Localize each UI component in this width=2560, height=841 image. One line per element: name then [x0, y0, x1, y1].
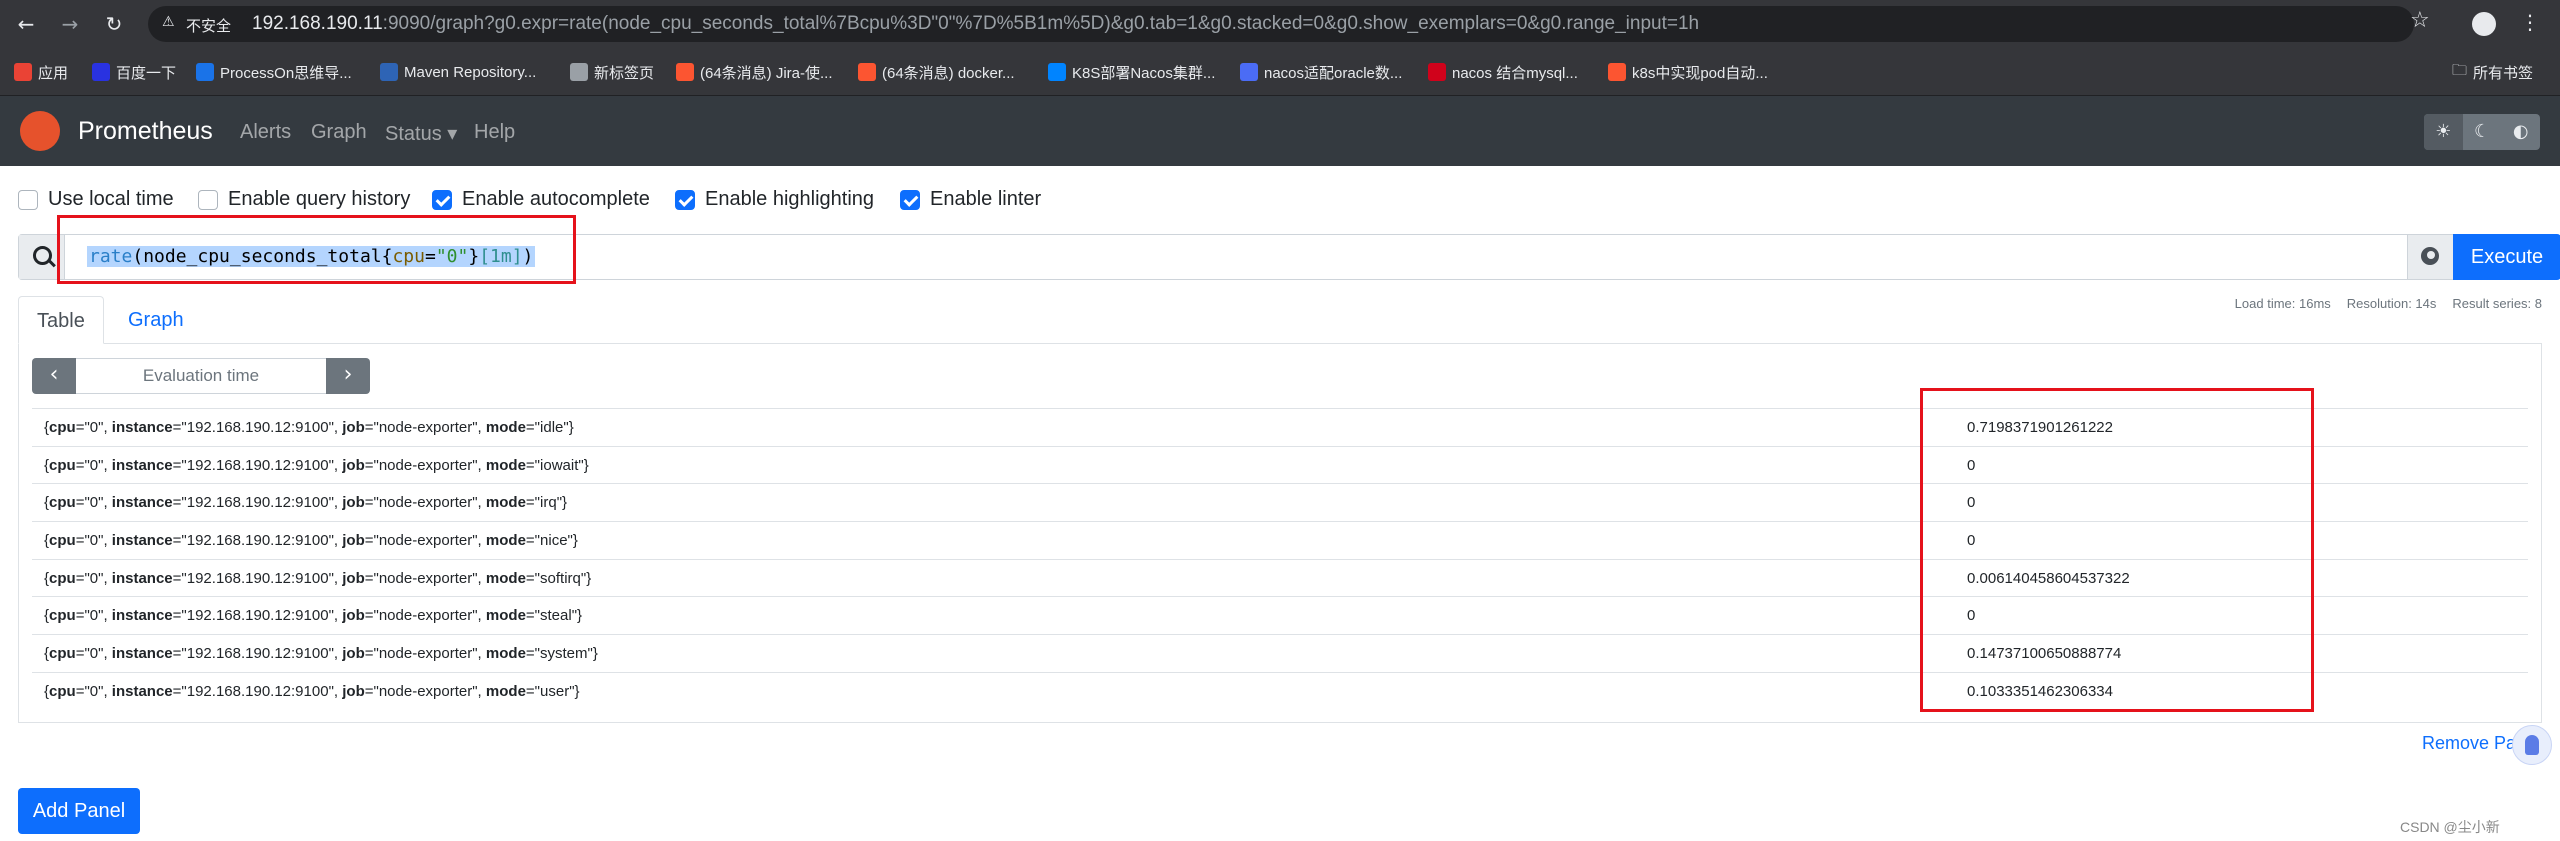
bookmark-favicon-icon — [1428, 63, 1446, 81]
bookmark-label: Maven Repository... — [404, 63, 537, 81]
series-labels: {cpu="0", instance="192.168.190.12:9100"… — [44, 494, 568, 512]
series-labels: {cpu="0", instance="192.168.190.12:9100"… — [44, 569, 592, 587]
reload-icon[interactable]: ↻ — [100, 10, 128, 38]
annotation-box-values — [1920, 388, 2314, 712]
result-series: Result series: 8 — [2452, 296, 2542, 311]
bookmark-favicon-icon — [570, 63, 588, 81]
bookmark-label: 百度一下 — [116, 64, 177, 82]
bookmark-label: ProcessOn思维导... — [220, 64, 352, 82]
nav-help[interactable]: Help — [474, 121, 515, 144]
metrics-explorer-icon[interactable] — [2407, 235, 2453, 279]
evaluation-time-control: ‹ Evaluation time › — [32, 358, 370, 394]
profile-avatar[interactable] — [2472, 12, 2496, 36]
series-labels: {cpu="0", instance="192.168.190.12:9100"… — [44, 645, 598, 663]
bookmark-item[interactable]: 百度一下 — [92, 60, 176, 84]
bookmark-item[interactable]: 新标签页 — [570, 60, 654, 84]
bookmark-favicon-icon — [676, 63, 694, 81]
dark-theme-icon[interactable]: ☾ — [2463, 114, 2502, 150]
bookmark-favicon-icon — [1048, 63, 1066, 81]
bookmark-favicon-icon — [196, 63, 214, 81]
theme-toggle: ☀ ☾ ◐ — [2424, 114, 2540, 150]
bookmark-item[interactable]: k8s中实现pod自动... — [1608, 60, 1768, 84]
assistant-icon[interactable] — [2512, 725, 2552, 765]
nav-alerts[interactable]: Alerts — [240, 121, 291, 144]
browser-menu-icon[interactable]: ⋮ — [2520, 10, 2540, 34]
all-bookmarks[interactable]: 🗀 所有书签 — [2452, 60, 2533, 84]
remove-panel-link[interactable]: Remove Pa — [2422, 733, 2516, 754]
address-bar[interactable]: ⚠ 不安全 192.168.190.11:9090/graph?g0.expr=… — [148, 6, 2414, 42]
checkbox[interactable] — [18, 189, 38, 210]
option-linter[interactable]: Enable linter — [900, 188, 1041, 211]
bookmark-favicon-icon — [858, 63, 876, 81]
bookmark-favicon-icon — [1608, 63, 1626, 81]
bookmark-favicon-icon — [14, 63, 32, 81]
option-query-history[interactable]: Enable query history — [198, 188, 410, 211]
checkbox-checked[interactable] — [675, 189, 695, 210]
annotation-box-expression — [57, 215, 576, 284]
bookmark-favicon-icon — [1240, 63, 1258, 81]
bookmark-item[interactable]: (64条消息) docker... — [858, 60, 1015, 84]
watermark: CSDN @尘小新 — [2400, 819, 2500, 835]
series-labels: {cpu="0", instance="192.168.190.12:9100"… — [44, 682, 580, 700]
back-icon[interactable]: ← — [12, 10, 40, 38]
series-labels: {cpu="0", instance="192.168.190.12:9100"… — [44, 532, 578, 550]
option-highlighting[interactable]: Enable highlighting — [675, 188, 874, 211]
bookmark-item[interactable]: (64条消息) Jira-使... — [676, 60, 833, 84]
add-panel-button[interactable]: Add Panel — [18, 788, 140, 834]
bookmark-item[interactable]: ProcessOn思维导... — [196, 60, 352, 84]
bookmark-label: 应用 — [38, 64, 69, 82]
bookmark-label: nacos适配oracle数... — [1264, 64, 1403, 82]
bookmark-label: K8S部署Nacos集群... — [1072, 64, 1216, 82]
url-text[interactable]: 192.168.190.11:9090/graph?g0.expr=rate(n… — [252, 13, 1699, 35]
bookmark-label: 新标签页 — [594, 64, 655, 82]
bookmark-item[interactable]: K8S部署Nacos集群... — [1048, 60, 1215, 84]
folder-icon: 🗀 — [2452, 60, 2468, 79]
all-bookmarks-label: 所有书签 — [2473, 64, 2534, 82]
bookmark-label: (64条消息) Jira-使... — [700, 64, 833, 82]
light-theme-icon[interactable]: ☀ — [2424, 114, 2463, 150]
next-time-button[interactable]: › — [326, 358, 370, 394]
app-navbar: Prometheus Alerts Graph Status ▾ Help ☀ … — [0, 96, 2560, 166]
nav-status[interactable]: Status ▾ — [385, 121, 457, 146]
browser-toolbar: ← → ↻ ⚠ 不安全 192.168.190.11:9090/graph?g0… — [0, 0, 2560, 48]
series-labels: {cpu="0", instance="192.168.190.12:9100"… — [44, 607, 583, 625]
bookmark-item[interactable]: nacos 结合mysql... — [1428, 60, 1578, 84]
bookmark-item[interactable]: nacos适配oracle数... — [1240, 60, 1402, 84]
tab-graph[interactable]: Graph — [110, 296, 202, 344]
nav-graph[interactable]: Graph — [311, 121, 367, 144]
bookmarks-bar: 应用 百度一下 ProcessOn思维导... Maven Repository...… — [0, 48, 2560, 96]
checkbox-checked[interactable] — [900, 189, 920, 210]
bookmark-label: k8s中实现pod自动... — [1632, 64, 1768, 82]
evaluation-time-input[interactable]: Evaluation time — [76, 358, 326, 394]
forward-icon[interactable]: → — [56, 10, 84, 38]
bookmark-item[interactable]: Maven Repository... — [380, 60, 536, 84]
prev-time-button[interactable]: ‹ — [32, 358, 76, 394]
series-labels: {cpu="0", instance="192.168.190.12:9100"… — [44, 419, 574, 436]
security-label: 不安全 — [186, 18, 232, 35]
load-time: Load time: 16ms — [2234, 296, 2331, 311]
bookmark-favicon-icon — [92, 63, 110, 81]
bookmark-label: nacos 结合mysql... — [1452, 64, 1578, 82]
bookmark-favicon-icon — [380, 63, 398, 81]
bookmark-star-icon[interactable]: ☆ — [2410, 8, 2430, 33]
tab-table[interactable]: Table — [18, 296, 104, 344]
option-use-local-time[interactable]: Use local time — [18, 188, 174, 211]
warning-icon: ⚠ — [162, 14, 175, 30]
bookmark-label: (64条消息) docker... — [882, 64, 1015, 82]
resolution: Resolution: 14s — [2346, 296, 2437, 311]
bookmark-item[interactable]: 应用 — [14, 60, 68, 84]
prometheus-logo-icon[interactable] — [20, 111, 60, 151]
brand-title[interactable]: Prometheus — [78, 117, 213, 146]
execute-button[interactable]: Execute — [2453, 234, 2560, 280]
checkbox-checked[interactable] — [432, 189, 452, 210]
option-autocomplete[interactable]: Enable autocomplete — [432, 188, 650, 211]
query-stats: Load time: 16ms Resolution: 14s Result s… — [2235, 296, 2542, 311]
checkbox[interactable] — [198, 189, 218, 210]
auto-theme-icon[interactable]: ◐ — [2501, 114, 2540, 150]
series-labels: {cpu="0", instance="192.168.190.12:9100"… — [44, 456, 589, 474]
